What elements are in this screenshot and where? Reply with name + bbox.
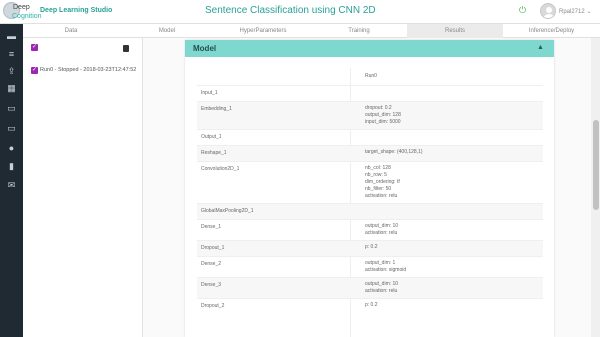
layer-param: output_dim: 10 [365, 223, 399, 229]
run-checkbox[interactable]: ✓ [31, 67, 38, 74]
table-row: Dropout_1 p: 0.2 [197, 240, 543, 256]
table-row: Dense_2 output_dim: 1 activation: sigmoid [197, 256, 543, 277]
table-row: Dropout_2 p: 0.2 [197, 298, 543, 314]
table-row: Embedding_1 dropout: 0.2 output_dim: 128 in… [197, 101, 543, 129]
tab-hyperparameters[interactable]: HyperParameters [215, 24, 311, 38]
table-row: Dense_3 output_dim: 10 activation: relu [197, 277, 543, 298]
layer-param: dim_ordering: tf [365, 179, 400, 185]
grid-icon[interactable]: ▦ [6, 84, 17, 93]
run-item-label[interactable]: Run0 - Stopped - 2018-03-23T12:47:52 [40, 67, 136, 73]
page-title: Sentence Classification using CNN 2D [205, 5, 376, 16]
layer-param: input_dim: 5000 [365, 119, 401, 125]
layer-param: target_shape: (400,128,1) [365, 149, 423, 155]
table-row: Dense_1 output_dim: 10 activation: relu [197, 219, 543, 240]
layer-param: output_dim: 1 [365, 260, 396, 266]
layer-param: activation: relu [365, 230, 398, 236]
folder-open-icon[interactable]: ▭ [6, 104, 17, 113]
layer-param: p: 0.2 [365, 302, 378, 308]
chevron-up-icon[interactable]: ▲ [537, 44, 544, 51]
tab-results[interactable]: Results [407, 24, 503, 38]
tab-inference-deploy[interactable]: Inference/Deploy [503, 24, 600, 38]
avatar[interactable] [540, 3, 556, 19]
scrollbar-thumb[interactable] [593, 120, 599, 210]
layer-name: Dense_1 [201, 224, 222, 230]
database-icon[interactable]: ≡ [6, 50, 17, 59]
layer-name: Dropout_1 [201, 245, 225, 251]
laptop-icon[interactable]: ▭ [6, 124, 17, 133]
layer-param: p: 0.2 [365, 244, 378, 250]
layer-param: nb_filter: 50 [365, 186, 392, 192]
layer-param: activation: relu [365, 288, 398, 294]
layer-name: Convolution2D_1 [201, 166, 240, 172]
layer-param: output_dim: 10 [365, 281, 399, 287]
model-card: Model ▲ Run0 Input_1 Embedding_1 dropout: … [185, 40, 554, 337]
model-card-title: Model [193, 44, 217, 53]
model-card-header[interactable]: Model ▲ [185, 40, 554, 57]
results-content: Model ▲ Run0 Input_1 Embedding_1 dropout: … [143, 38, 600, 337]
table-row: Convolution2D_1 nb_col: 128 nb_row: 5 dim_o… [197, 161, 543, 203]
trash-icon[interactable] [123, 45, 129, 52]
layer-name: Reshape_1 [201, 150, 227, 156]
tab-bar: Data Model HyperParameters Training Resu… [23, 24, 600, 38]
mail-icon[interactable]: ✉ [6, 181, 17, 190]
table-row: Input_1 [197, 85, 543, 101]
layer-name: GlobalMaxPooling2D_1 [201, 208, 254, 214]
user-menu[interactable]: Rpal2712 ⌄ [559, 8, 591, 15]
tab-training[interactable]: Training [311, 24, 407, 38]
layer-name: Dense_3 [201, 282, 222, 288]
sidebar: ▬ ≡ ⇪ ▦ ▭ ▭ ● ▮ ✉ [0, 24, 23, 337]
layer-param: dropout: 0.2 [365, 105, 392, 111]
layer-name: Dropout_2 [201, 303, 225, 309]
runs-panel: ✓ ✓ Run0 - Stopped - 2018-03-23T12:47:52 [23, 38, 143, 337]
layer-param: activation: relu [365, 193, 398, 199]
layer-name: Dense_2 [201, 261, 222, 267]
top-bar: Deep Cognition Deep Learning Studio Sent… [0, 0, 600, 24]
book-icon[interactable]: ▮ [6, 162, 17, 171]
tab-model[interactable]: Model [119, 24, 215, 38]
folder-icon[interactable]: ▬ [6, 32, 17, 41]
layer-param: nb_row: 5 [365, 172, 387, 178]
layer-name: Output_1 [201, 134, 222, 140]
logo-text-cognition: Cognition [12, 13, 42, 20]
run-column-header: Run0 [365, 73, 377, 79]
table-row: GlobalMaxPooling2D_1 [197, 203, 543, 219]
layer-param: activation: sigmoid [365, 267, 407, 273]
logo-text-deep: Deep [13, 4, 30, 11]
table-row: Output_1 [197, 129, 543, 145]
layer-name: Input_1 [201, 90, 218, 96]
power-icon[interactable]: ⏻ [519, 6, 528, 15]
layer-param: output_dim: 128 [365, 112, 401, 118]
chat-icon[interactable]: ● [6, 144, 17, 153]
layer-param: nb_col: 128 [365, 165, 391, 171]
layer-name: Embedding_1 [201, 106, 232, 112]
upload-icon[interactable]: ⇪ [6, 67, 17, 76]
table-row: Reshape_1 target_shape: (400,128,1) [197, 145, 543, 161]
app-name: Deep Learning Studio [40, 7, 113, 14]
select-all-checkbox[interactable]: ✓ [31, 44, 38, 51]
tab-data[interactable]: Data [23, 24, 119, 38]
